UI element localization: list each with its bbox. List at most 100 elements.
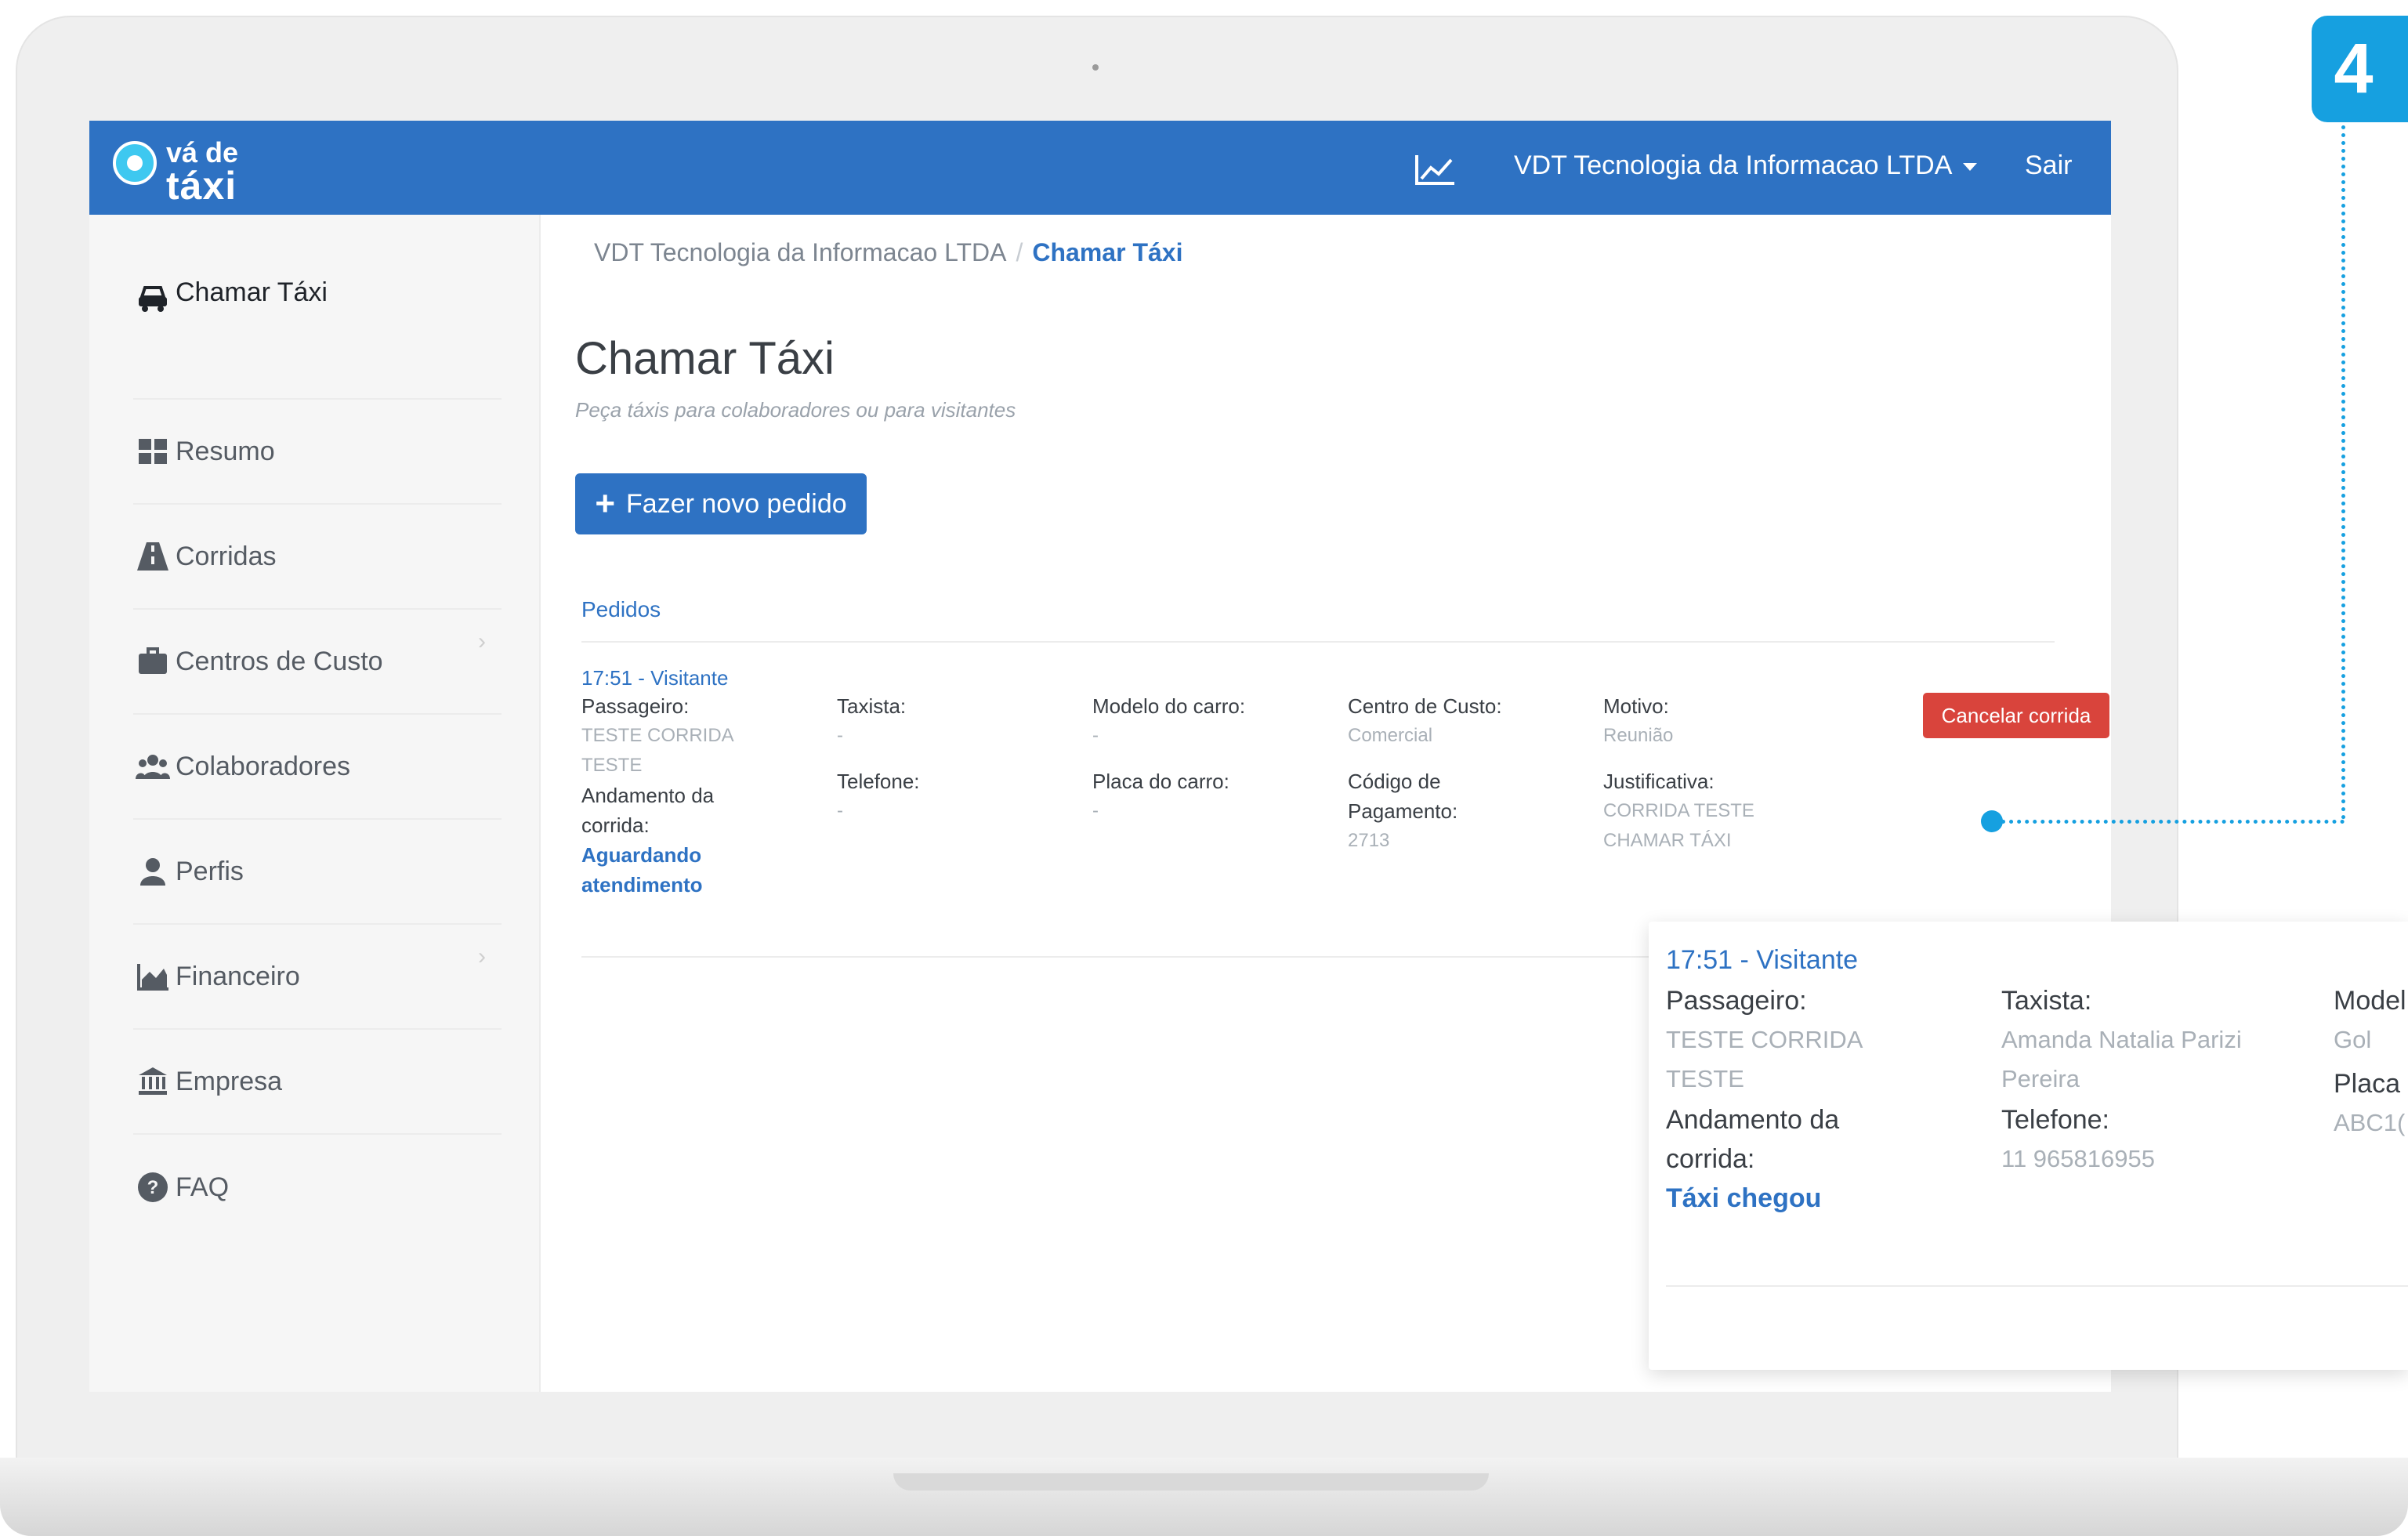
callout-step-badge: 4 (2312, 16, 2408, 122)
callout-dot (1981, 810, 2003, 832)
zoom-plate-value: ABC1( (2334, 1109, 2406, 1136)
progress-label: corrida: (581, 813, 650, 837)
sidebar-item-label: Chamar Táxi (176, 277, 328, 307)
callout-connector (2001, 820, 2345, 824)
sidebar-item-label: FAQ (176, 1172, 230, 1202)
orders-divider (581, 641, 2055, 643)
brand-logo[interactable]: vá de táxi (113, 135, 270, 208)
laptop-base (0, 1458, 2408, 1536)
callout-connector (2341, 118, 2345, 820)
reason-label: Motivo: (1603, 694, 1669, 718)
sidebar-item-financeiro[interactable]: Financeiro › (133, 925, 502, 1030)
phone-label: Telefone: (837, 770, 920, 793)
page-subtitle: Peça táxis para colaboradores ou para vi… (575, 398, 1016, 422)
sidebar-item-label: Empresa (176, 1066, 283, 1096)
bank-icon (133, 1062, 172, 1101)
sidebar-item-colaboradores[interactable]: Colaboradores (133, 715, 502, 820)
area-chart-icon (133, 957, 172, 996)
zoom-progress-status: Táxi chegou (1666, 1183, 1822, 1213)
sidebar-item-faq[interactable]: ? FAQ (133, 1135, 502, 1240)
progress-label: Andamento da (581, 784, 715, 807)
sidebar-item-label: Resumo (176, 436, 275, 466)
car-icon (133, 277, 172, 317)
phone-value: - (837, 800, 843, 821)
car-model-value: - (1092, 725, 1099, 746)
stage: vá de táxi VDT Tecnologia da Informacao … (0, 0, 2408, 1536)
breadcrumb-separator: / (1016, 238, 1023, 266)
justification-value: CHAMAR TÁXI (1603, 830, 1732, 851)
zoom-order-header: 17:51 - Visitante (1666, 945, 1859, 975)
zoom-passenger-label: Passageiro: (1666, 986, 1807, 1016)
zoom-passenger-value: TESTE (1666, 1065, 1744, 1092)
new-order-label: Fazer novo pedido (626, 488, 847, 519)
sidebar-item-label: Colaboradores (176, 751, 351, 781)
order-header[interactable]: 17:51 - Visitante (581, 666, 728, 690)
sidebar-item-empresa[interactable]: Empresa (133, 1030, 502, 1135)
zoom-driver-value: Amanda Natalia Parizi (2001, 1026, 2242, 1053)
progress-status: atendimento (581, 873, 703, 897)
passenger-value: TESTE (581, 755, 643, 776)
sidebar-item-perfis[interactable]: Perfis (133, 820, 502, 925)
payment-code-value: 2713 (1348, 830, 1390, 851)
driver-label: Taxista: (837, 694, 907, 718)
driver-value: - (837, 725, 843, 746)
zoom-progress-label: Andamento da (1666, 1105, 1840, 1135)
sidebar-item-label: Corridas (176, 541, 277, 571)
zoom-driver-value: Pereira (2001, 1065, 2080, 1092)
zoom-plate-label: Placa (2334, 1069, 2401, 1099)
zoom-passenger-value: TESTE CORRIDA (1666, 1026, 1863, 1053)
zoom-model-label: Model (2334, 986, 2406, 1016)
dashboard-icon (133, 432, 172, 471)
sidebar-item-centros-de-custo[interactable]: Centros de Custo › (133, 610, 502, 715)
sidebar-item-label: Perfis (176, 856, 244, 886)
taxi-pin-icon (113, 141, 157, 185)
cost-center-label: Centro de Custo: (1348, 694, 1502, 718)
progress-status: Aguardando (581, 843, 702, 867)
users-icon (133, 747, 172, 786)
zoom-phone-label: Telefone: (2001, 1105, 2109, 1135)
zoom-divider (1666, 1285, 2408, 1287)
sidebar-item-resumo[interactable]: Resumo (133, 400, 502, 505)
payment-code-label: Pagamento: (1348, 799, 1458, 823)
logout-link[interactable]: Sair (2025, 150, 2072, 181)
passenger-value: TESTE CORRIDA (581, 725, 734, 746)
page-title: Chamar Táxi (575, 333, 835, 384)
breadcrumb-parent[interactable]: VDT Tecnologia da Informacao LTDA (594, 238, 1007, 266)
order-card: 17:51 - Visitante Passageiro: TESTE CORR… (581, 666, 2109, 925)
topbar: vá de táxi VDT Tecnologia da Informacao … (89, 121, 2111, 215)
zoom-phone-value: 11 965816955 (2001, 1145, 2155, 1172)
road-icon (133, 537, 172, 576)
car-model-label: Modelo do carro: (1092, 694, 1246, 718)
zoom-model-value: Gol (2334, 1026, 2372, 1053)
justification-value: CORRIDA TESTE (1603, 800, 1754, 821)
breadcrumb-current: Chamar Táxi (1032, 238, 1183, 266)
plate-value: - (1092, 800, 1099, 821)
company-name: VDT Tecnologia da Informacao LTDA (1514, 150, 1953, 180)
laptop-camera (1092, 64, 1099, 71)
caret-down-icon (1963, 163, 1978, 172)
sidebar-item-corridas[interactable]: Corridas (133, 505, 502, 610)
plate-label: Placa do carro: (1092, 770, 1229, 793)
briefcase-icon (133, 642, 172, 681)
zoom-driver-label: Taxista: (2001, 986, 2092, 1016)
breadcrumb: VDT Tecnologia da Informacao LTDA / Chamar… (594, 238, 1182, 267)
payment-code-label: Código de (1348, 770, 1441, 793)
svg-text:?: ? (147, 1177, 159, 1198)
user-icon (133, 852, 172, 891)
orders-title: Pedidos (581, 597, 661, 621)
zoom-progress-label: corrida: (1666, 1144, 1755, 1174)
brand-line2: táxi (166, 164, 237, 208)
justification-label: Justificativa: (1603, 770, 1715, 793)
chevron-right-icon: › (478, 944, 486, 969)
sidebar-item-chamar-taxi[interactable]: Chamar Táxi (133, 215, 502, 400)
company-dropdown[interactable]: VDT Tecnologia da Informacao LTDA (1514, 150, 1978, 188)
plus-icon: + (595, 484, 616, 523)
reports-chart-icon[interactable] (1414, 152, 1457, 187)
sidebar-item-label: Centros de Custo (176, 646, 383, 676)
new-order-button[interactable]: + Fazer novo pedido (575, 473, 867, 534)
chevron-right-icon: › (478, 629, 486, 654)
question-icon: ? (133, 1168, 172, 1207)
cancel-ride-button[interactable]: Cancelar corrida (1923, 693, 2109, 738)
reason-value: Reunião (1603, 725, 1674, 746)
laptop-notch (893, 1473, 1489, 1491)
